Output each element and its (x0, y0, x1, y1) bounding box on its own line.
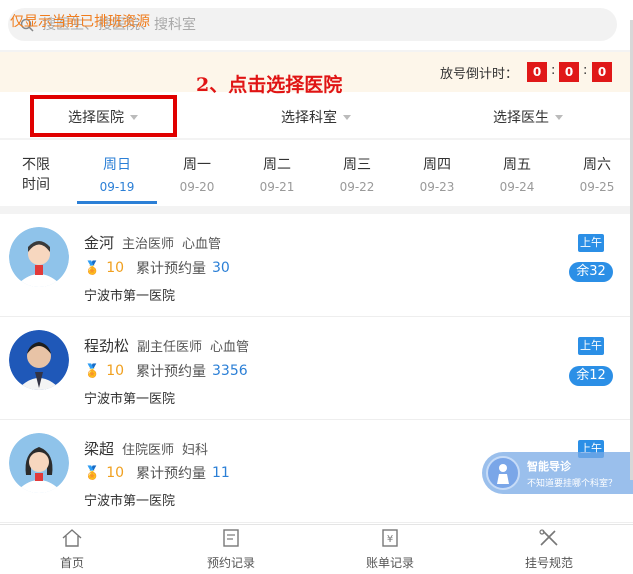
doctor-stats: 🏅 10 累计预约量 11 (84, 463, 230, 483)
cumulative-label: 累计预约量 (136, 364, 207, 380)
cumulative-value: 11 (212, 465, 230, 481)
date-day: 09-21 (259, 180, 295, 194)
chevron-down-icon (343, 115, 351, 120)
date-tab[interactable]: 周五 09-24 (487, 156, 547, 196)
doctor-avatar (9, 330, 69, 390)
date-day: 09-22 (339, 180, 375, 194)
doctor-name: 程劲松 (84, 337, 130, 355)
tab-appointments-label: 预约记录 (206, 556, 255, 570)
doctor-name: 梁超 (84, 440, 115, 458)
doctor-stats: 🏅 10 累计预约量 30 (84, 258, 230, 278)
doctor-title: 副主任医师 (137, 340, 203, 355)
date-weekday: 周六 (583, 157, 611, 173)
date-tab[interactable]: 周一 09-20 (167, 156, 227, 196)
doctor-info: 程劲松 副主任医师 心血管 (84, 335, 249, 356)
rules-icon (539, 529, 558, 546)
doctor-stats: 🏅 10 累计预约量 3356 (84, 361, 248, 381)
home-icon (62, 529, 82, 547)
doctor-name: 金河 (84, 234, 115, 252)
tab-bills[interactable]: ¥ 账单记录 (340, 528, 440, 571)
doctor-hospital: 宁波市第一医院 (84, 494, 176, 509)
countdown-label: 放号倒计时： (440, 67, 519, 82)
date-no-limit[interactable]: 不限 时间 (6, 155, 66, 195)
tab-appointments[interactable]: 预约记录 (181, 528, 281, 571)
date-tab[interactable]: 周四 09-23 (407, 156, 467, 196)
no-limit-line1: 不限 (22, 157, 50, 173)
smart-guide-title: 智能导诊 (527, 460, 571, 473)
doctor-department: 心血管 (210, 340, 250, 355)
tab-home-label: 首页 (59, 556, 84, 570)
remaining-badge[interactable]: 余12 (569, 366, 613, 386)
cumulative-value: 30 (212, 260, 230, 276)
appointment-icon (223, 529, 239, 547)
no-limit-line2: 时间 (22, 177, 50, 193)
countdown-minutes: 0 (559, 62, 579, 82)
medal-icon: 🏅 (84, 260, 101, 276)
date-tab[interactable]: 周六 09-25 (567, 156, 627, 196)
cumulative-label: 累计预约量 (136, 261, 207, 277)
date-day: 09-23 (419, 180, 455, 194)
medal-icon: 🏅 (84, 465, 101, 481)
doctor-title: 住院医师 (122, 443, 175, 458)
doctor-info: 梁超 住院医师 妇科 (84, 438, 208, 459)
smart-guide-subtitle: 不知道要挂哪个科室？ (527, 479, 618, 489)
doctor-score: 10 (106, 260, 125, 276)
date-weekday: 周五 (503, 157, 531, 173)
period-badge: 上午 (578, 337, 604, 355)
active-date-underline (77, 201, 157, 204)
doctor-hospital: 宁波市第一医院 (84, 392, 176, 407)
date-day: 09-25 (579, 180, 615, 194)
doctor-info: 金河 主治医师 心血管 (84, 232, 221, 253)
doctor-avatar (9, 227, 69, 287)
doctor-title: 主治医师 (122, 237, 175, 252)
date-day: 09-24 (499, 180, 535, 194)
tab-home[interactable]: 首页 (22, 528, 122, 571)
select-department-label: 选择科室 (281, 110, 337, 126)
bill-icon: ¥ (382, 529, 398, 547)
select-doctor-dropdown[interactable]: 选择医生 (493, 107, 563, 127)
svg-text:¥: ¥ (387, 534, 393, 545)
countdown-separator: : (583, 63, 588, 78)
medal-icon: 🏅 (84, 363, 101, 379)
cumulative-label: 累计预约量 (136, 466, 207, 482)
doctor-score: 10 (106, 363, 125, 379)
highlight-box (30, 95, 177, 137)
countdown-hours: 0 (527, 62, 547, 82)
annotation-text: 2、点击选择医院 (196, 74, 343, 96)
date-day: 09-20 (179, 180, 215, 194)
date-weekday: 周四 (423, 157, 451, 173)
select-doctor-label: 选择医生 (493, 110, 549, 126)
period-badge: 上午 (578, 234, 604, 252)
doctor-department: 妇科 (182, 443, 209, 458)
countdown-seconds: 0 (592, 62, 612, 82)
date-day: 09-19 (99, 180, 135, 194)
date-weekday: 周三 (343, 157, 371, 173)
date-weekday: 周日 (103, 157, 131, 173)
tab-rules-label: 挂号规范 (524, 556, 573, 570)
tab-bills-label: 账单记录 (365, 556, 414, 570)
countdown-separator: : (551, 63, 556, 78)
doctor-score: 10 (106, 465, 125, 481)
doctor-hospital: 宁波市第一医院 (84, 289, 176, 304)
date-tab[interactable]: 周三 09-22 (327, 156, 387, 196)
remaining-badge[interactable]: 余32 (569, 262, 613, 282)
tab-rules[interactable]: 挂号规范 (499, 528, 599, 571)
select-department-dropdown[interactable]: 选择科室 (281, 107, 351, 127)
person-icon (486, 456, 520, 490)
notice-text: 仅显示当前已排班资源 (10, 14, 150, 30)
date-tab[interactable]: 周日 09-19 (87, 156, 147, 196)
doctor-avatar (9, 433, 69, 493)
date-weekday: 周一 (183, 157, 211, 173)
doctor-department: 心血管 (182, 237, 222, 252)
date-weekday: 周二 (263, 157, 291, 173)
cumulative-value: 3356 (212, 363, 248, 379)
date-tab[interactable]: 周二 09-21 (247, 156, 307, 196)
chevron-down-icon (555, 115, 563, 120)
